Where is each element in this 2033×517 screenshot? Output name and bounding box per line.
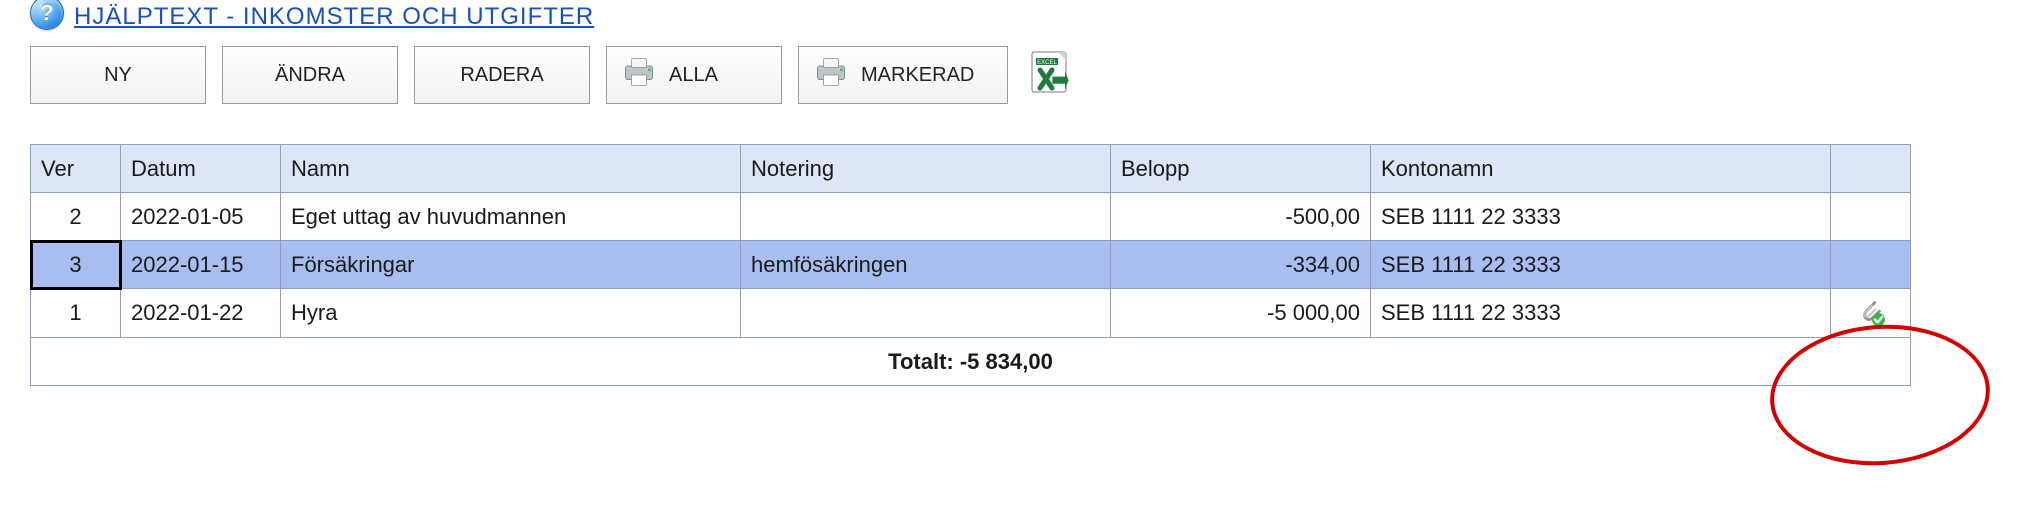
print-selected-button[interactable]: MARKERAD bbox=[798, 46, 1008, 104]
cell-datum: 2022-01-22 bbox=[121, 289, 281, 338]
table-row[interactable]: 12022-01-22Hyra -5 000,00SEB 1111 22 3333 bbox=[31, 289, 1911, 338]
toolbar: NY ÄNDRA RADERA ALLA bbox=[30, 46, 1990, 104]
printer-icon bbox=[813, 57, 849, 93]
help-icon: ? bbox=[30, 0, 64, 30]
table-header-row: Ver Datum Namn Notering Belopp Kontonamn bbox=[31, 145, 1911, 193]
excel-icon: EXCEL bbox=[1026, 48, 1080, 102]
transactions-table: Ver Datum Namn Notering Belopp Kontonamn… bbox=[30, 144, 1911, 386]
col-ver[interactable]: Ver bbox=[31, 145, 121, 193]
printer-icon bbox=[621, 57, 657, 93]
cell-belopp: -5 000,00 bbox=[1111, 289, 1371, 338]
cell-notering bbox=[741, 289, 1111, 338]
col-belopp[interactable]: Belopp bbox=[1111, 145, 1371, 193]
question-mark-icon: ? bbox=[40, 0, 53, 26]
table-row[interactable]: 32022-01-15Försäkringarhemfösäkringen-33… bbox=[31, 241, 1911, 289]
export-excel-button[interactable]: EXCEL bbox=[1024, 46, 1082, 104]
cell-attachment bbox=[1831, 241, 1911, 289]
delete-button[interactable]: RADERA bbox=[414, 46, 590, 104]
cell-belopp: -500,00 bbox=[1111, 193, 1371, 241]
cell-namn: Hyra bbox=[281, 289, 741, 338]
cell-namn: Försäkringar bbox=[281, 241, 741, 289]
cell-datum: 2022-01-15 bbox=[121, 241, 281, 289]
col-namn[interactable]: Namn bbox=[281, 145, 741, 193]
delete-button-label: RADERA bbox=[460, 64, 543, 87]
paperclip-check-icon bbox=[1841, 294, 1900, 330]
cell-notering bbox=[741, 193, 1111, 241]
cell-ver: 2 bbox=[31, 193, 121, 241]
col-attach bbox=[1831, 145, 1911, 193]
table-total: Totalt: -5 834,00 bbox=[31, 338, 1911, 386]
edit-button-label: ÄNDRA bbox=[275, 64, 345, 87]
col-not[interactable]: Notering bbox=[741, 145, 1111, 193]
cell-notering: hemfösäkringen bbox=[741, 241, 1111, 289]
cell-belopp: -334,00 bbox=[1111, 241, 1371, 289]
edit-button[interactable]: ÄNDRA bbox=[222, 46, 398, 104]
print-all-button-label: ALLA bbox=[669, 64, 718, 87]
new-button[interactable]: NY bbox=[30, 46, 206, 104]
cell-kontonamn: SEB 1111 22 3333 bbox=[1371, 289, 1831, 338]
cell-attachment bbox=[1831, 193, 1911, 241]
cell-kontonamn: SEB 1111 22 3333 bbox=[1371, 241, 1831, 289]
cell-namn: Eget uttag av huvudmannen bbox=[281, 193, 741, 241]
cell-ver: 1 bbox=[31, 289, 121, 338]
help-link[interactable]: HJÄLPTEXT - INKOMSTER OCH UTGIFTER bbox=[74, 3, 594, 31]
cell-datum: 2022-01-05 bbox=[121, 193, 281, 241]
cell-kontonamn: SEB 1111 22 3333 bbox=[1371, 193, 1831, 241]
new-button-label: NY bbox=[104, 64, 132, 87]
cell-attachment[interactable] bbox=[1831, 289, 1911, 338]
col-konto[interactable]: Kontonamn bbox=[1371, 145, 1831, 193]
print-all-button[interactable]: ALLA bbox=[606, 46, 782, 104]
table-row[interactable]: 22022-01-05Eget uttag av huvudmannen -500… bbox=[31, 193, 1911, 241]
print-selected-button-label: MARKERAD bbox=[861, 64, 974, 87]
svg-text:EXCEL: EXCEL bbox=[1037, 60, 1057, 66]
col-datum[interactable]: Datum bbox=[121, 145, 281, 193]
cell-ver: 3 bbox=[31, 241, 121, 289]
